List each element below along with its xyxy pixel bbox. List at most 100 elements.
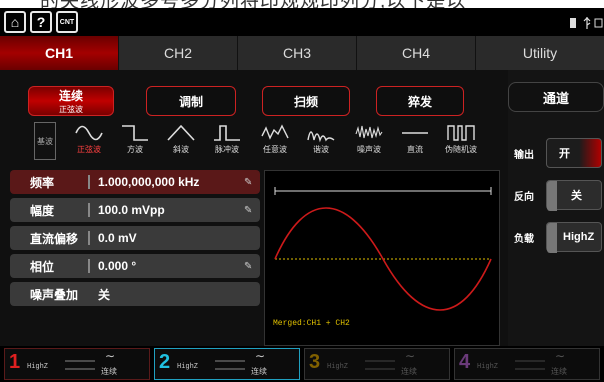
ch3-load: HighZ (327, 363, 349, 371)
param-frequency-label: 频率 (30, 175, 55, 190)
mode-continuous-button[interactable]: 连续 正弦波 (28, 86, 114, 116)
param-divider (88, 203, 90, 217)
ch4-status[interactable]: 4 HighZ ∼ 连续 (454, 348, 600, 380)
sine-icon: ∼ (555, 349, 566, 363)
lan-icon (594, 18, 603, 28)
invert-row: 反向 关 (508, 178, 604, 212)
ch4-number: 4 (459, 351, 471, 373)
tab-ch4[interactable]: CH4 (357, 36, 476, 70)
output-value: 开 (559, 148, 570, 160)
wave-arb[interactable]: 任意波 (256, 122, 294, 160)
invert-label: 反向 (514, 192, 534, 203)
tab-utility[interactable]: Utility (476, 36, 604, 70)
pulse-icon (214, 125, 240, 141)
ch1-mode: 连续 (101, 367, 117, 376)
wave-prbs-label: 伪随机波 (445, 145, 477, 154)
wave-noise[interactable]: 噪声波 (350, 122, 388, 160)
output-row: 输出 开 (508, 136, 604, 170)
edit-icon[interactable]: ✎ (244, 177, 260, 188)
wave-sine-label: 正弦波 (77, 145, 101, 154)
tab-ch3[interactable]: CH3 (238, 36, 357, 70)
wave-dc[interactable]: 直流 (396, 122, 434, 160)
noise-icon (355, 125, 383, 139)
ch2-status[interactable]: 2 HighZ ∼ 连续 (154, 348, 300, 380)
main-content: 连续 正弦波 调制 扫频 猝发 基波 正弦波 方波 斜波 脉冲波 任意波 谐波 … (0, 70, 604, 346)
ch4-level-icon (515, 360, 545, 370)
counter-glyph: CNT (59, 18, 75, 26)
param-amplitude-value: 100.0 mVpp (98, 203, 165, 217)
mode-modulation-button[interactable]: 调制 (146, 86, 236, 116)
wave-square[interactable]: 方波 (116, 122, 154, 160)
param-dc-offset-value: 0.0 mV (98, 231, 137, 245)
wave-sine[interactable]: 正弦波 (70, 122, 108, 160)
load-toggle[interactable]: HighZ (546, 222, 602, 253)
output-label: 输出 (514, 150, 534, 161)
ch4-load: HighZ (477, 363, 499, 371)
ch3-status[interactable]: 3 HighZ ∼ 连续 (304, 348, 450, 380)
param-noise-overlay-value: 关 (98, 287, 111, 302)
param-dc-offset-label: 直流偏移 (30, 231, 79, 246)
ch1-level-icon (65, 360, 95, 370)
param-phase[interactable]: 相位 0.000 ° ✎ (10, 254, 260, 278)
ch3-mode: 连续 (401, 367, 417, 376)
wave-ramp[interactable]: 斜波 (162, 122, 200, 160)
top-banner: 的失线形波多号多分列将印规规印列分,以下是以 (0, 0, 604, 8)
ch4-mode: 连续 (551, 367, 567, 376)
edit-icon[interactable]: ✎ (244, 261, 260, 272)
wave-square-label: 方波 (127, 145, 143, 154)
mode-sweep-button[interactable]: 扫频 (262, 86, 350, 116)
usb-storage-icon (570, 18, 576, 28)
wave-side-label: 基波 (34, 122, 56, 160)
dc-icon (402, 132, 428, 134)
home-glyph: ⌂ (10, 14, 20, 30)
wave-harmonic[interactable]: 谐波 (302, 122, 340, 160)
wave-ramp-label: 斜波 (173, 145, 189, 154)
tab-ch2[interactable]: CH2 (119, 36, 238, 70)
top-bar: ⌂ ? CNT (0, 8, 604, 36)
ramp-icon (167, 124, 195, 141)
ch1-status[interactable]: 1 HighZ ∼ 连续 (4, 348, 150, 380)
channel-panel-title: 通道 (508, 82, 604, 112)
banner-text: 的失线形波多号多分列将印规规印列分,以下是以 (40, 0, 466, 8)
ch2-load: HighZ (177, 363, 199, 371)
param-amplitude[interactable]: 幅度 100.0 mVpp ✎ (10, 198, 260, 222)
mode-continuous-sub: 正弦波 (59, 105, 83, 114)
channel-panel: 通道 输出 开 反向 关 负载 HighZ (508, 70, 604, 346)
parameter-list: 频率 1.000,000,000 kHz ✎ 幅度 100.0 mVpp ✎ 直… (10, 170, 260, 346)
param-noise-overlay[interactable]: 噪声叠加 关 (10, 282, 260, 306)
wave-dc-label: 直流 (407, 145, 423, 154)
ch2-number: 2 (159, 351, 171, 373)
home-icon[interactable]: ⌂ (4, 11, 26, 33)
sine-icon: ∼ (255, 349, 266, 363)
mode-continuous-label: 连续 (58, 89, 83, 103)
help-icon[interactable]: ? (30, 11, 52, 33)
tab-ch1[interactable]: CH1 (0, 36, 119, 70)
ch2-mode: 连续 (251, 367, 267, 376)
param-frequency[interactable]: 频率 1.000,000,000 kHz ✎ (10, 170, 260, 194)
wave-prbs[interactable]: 伪随机波 (442, 122, 480, 160)
param-divider (88, 287, 90, 301)
load-label: 负载 (514, 234, 534, 245)
mode-burst-button[interactable]: 猝发 (376, 86, 464, 116)
output-toggle[interactable]: 开 (546, 138, 602, 168)
wave-pulse[interactable]: 脉冲波 (208, 122, 246, 160)
invert-toggle[interactable]: 关 (546, 180, 602, 211)
ch3-level-icon (365, 360, 395, 370)
help-glyph: ? (36, 14, 46, 30)
load-row: 负载 HighZ (508, 220, 604, 254)
wave-arb-label: 任意波 (263, 145, 287, 154)
wave-pulse-label: 脉冲波 (215, 145, 239, 154)
harmonic-icon (307, 131, 335, 143)
load-value: HighZ (563, 231, 595, 243)
param-noise-overlay-label: 噪声叠加 (30, 287, 79, 302)
counter-icon[interactable]: CNT (56, 11, 78, 33)
param-divider (88, 231, 90, 245)
edit-icon[interactable]: ✎ (244, 205, 260, 216)
ch3-number: 3 (309, 351, 321, 373)
param-dc-offset[interactable]: 直流偏移 0.0 mV (10, 226, 260, 250)
prbs-icon (447, 125, 475, 141)
mode-bar: 连续 正弦波 调制 扫频 猝发 (8, 86, 500, 118)
sine-icon: ∼ (105, 349, 116, 363)
param-phase-value: 0.000 ° (98, 259, 137, 273)
arb-icon (261, 124, 289, 140)
